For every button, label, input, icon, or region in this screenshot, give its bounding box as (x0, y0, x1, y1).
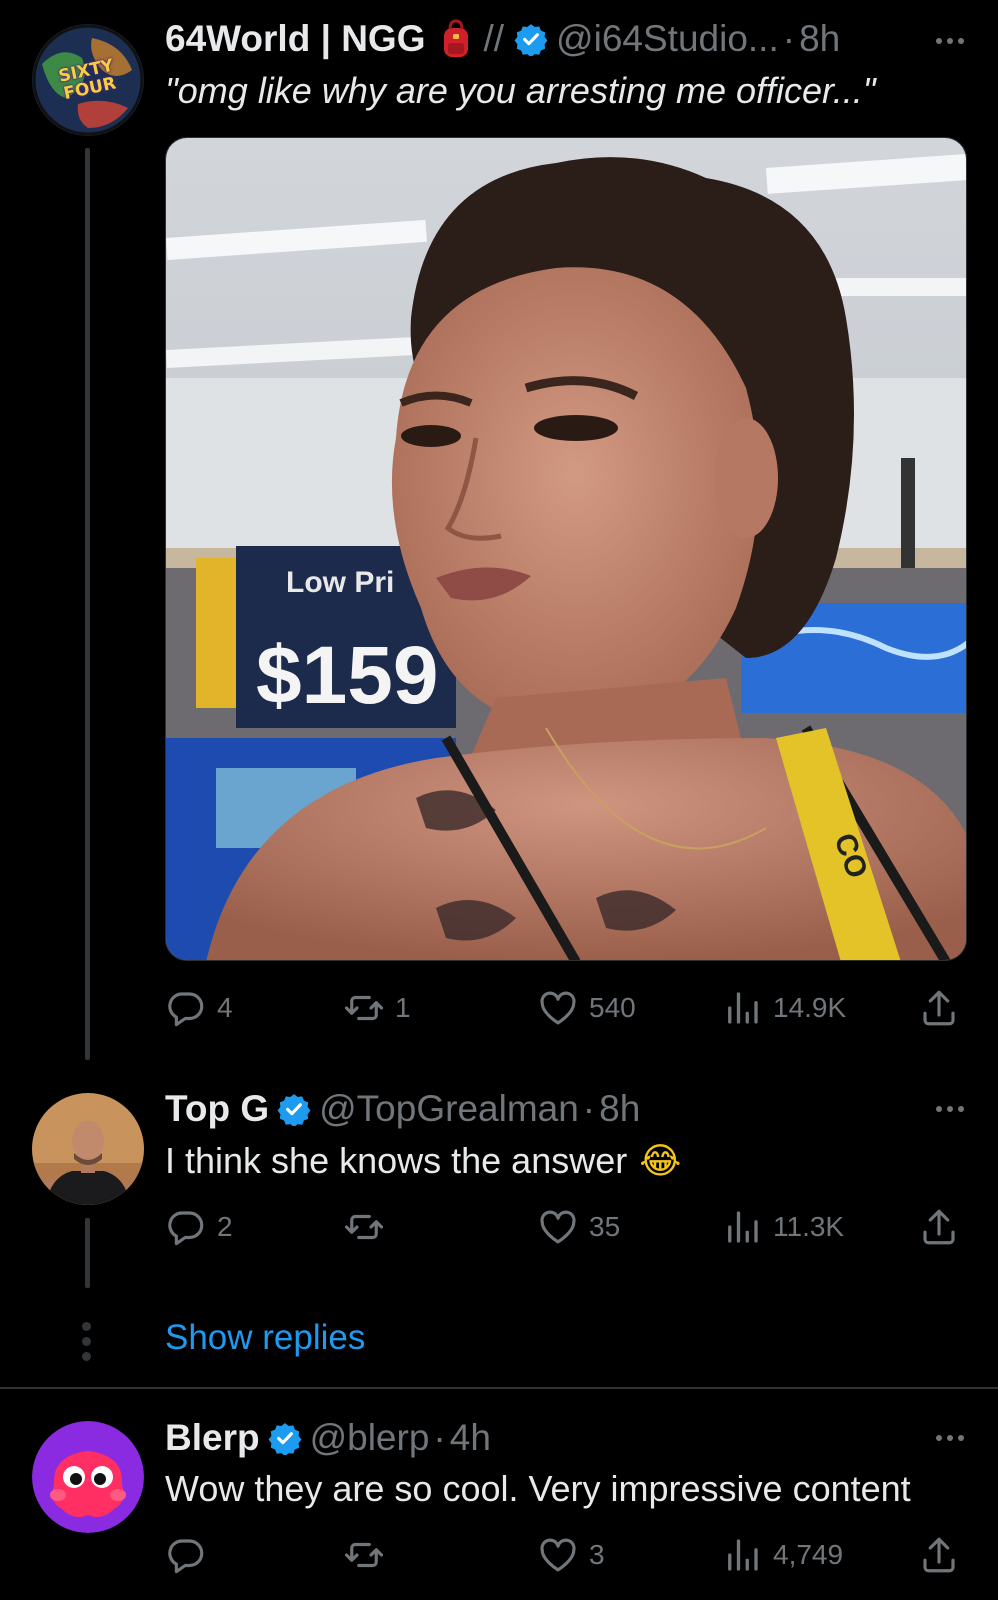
retweet-icon (343, 987, 385, 1029)
views-icon (721, 1206, 763, 1248)
avatar[interactable]: SIXTY FOUR (32, 24, 144, 136)
display-name[interactable]: 64World | NGG (165, 18, 425, 60)
name-separator: // (483, 18, 505, 59)
views-count: 14.9K (773, 992, 847, 1023)
verified-icon (277, 1092, 311, 1126)
views-icon (721, 987, 763, 1029)
views-icon (721, 1534, 763, 1576)
display-name[interactable]: Top G (165, 1088, 269, 1130)
verified-icon (514, 22, 548, 56)
tweet-text-content: I think she knows the answer (165, 1140, 628, 1181)
like-count: 3 (589, 1539, 605, 1570)
like-icon (537, 1206, 579, 1248)
handle[interactable]: @TopGrealman (319, 1088, 579, 1130)
timestamp[interactable]: 8h (599, 1088, 640, 1130)
views-button[interactable]: 4,749 (721, 1530, 843, 1580)
thread-line (85, 148, 90, 1060)
laughing-emoji: 😂 (639, 1140, 682, 1182)
display-name[interactable]: Blerp (165, 1417, 260, 1459)
tweet-header: Blerp @blerp · 4h (165, 1410, 491, 1466)
verified-icon (268, 1421, 302, 1455)
more-icon[interactable] (936, 1435, 964, 1441)
tweet-media[interactable]: Low Pri $159 CO (165, 137, 967, 961)
like-icon (537, 1534, 579, 1576)
dot-separator: · (433, 1417, 446, 1458)
reply-button[interactable]: 2 (165, 1202, 233, 1252)
views-button[interactable]: 14.9K (721, 983, 846, 1033)
reply-icon (165, 1206, 207, 1248)
dot-separator: · (582, 1088, 596, 1129)
sign-small-text: Low Pri (286, 566, 394, 599)
like-count: 540 (589, 992, 636, 1023)
views-count: 11.3K (773, 1211, 845, 1242)
tweet-text: Wow they are so cool. Very impressive co… (165, 1468, 911, 1509)
share-icon (918, 1206, 960, 1248)
thread-dots-icon (82, 1322, 91, 1361)
share-icon (918, 987, 960, 1029)
reply-button[interactable] (165, 1530, 217, 1580)
share-button[interactable] (918, 1530, 960, 1580)
like-count: 35 (589, 1211, 621, 1242)
handle[interactable]: @i64Studio... (556, 18, 779, 60)
reply-count: 2 (217, 1211, 233, 1242)
reply-icon (165, 987, 207, 1029)
show-replies-link[interactable]: Show replies (165, 1318, 365, 1358)
sign-price-text: $159 (256, 630, 438, 721)
reply-count: 4 (217, 992, 233, 1023)
share-button[interactable] (918, 983, 960, 1033)
like-button[interactable]: 35 (537, 1202, 620, 1252)
more-icon[interactable] (936, 38, 964, 44)
divider (0, 1387, 998, 1389)
handle[interactable]: @blerp (310, 1417, 430, 1459)
retweet-count: 1 (395, 992, 411, 1023)
retweet-button[interactable] (343, 1202, 395, 1252)
views-count: 4,749 (773, 1539, 844, 1570)
reply-icon (165, 1534, 207, 1576)
thread-line (85, 1218, 90, 1288)
backpack-icon (444, 19, 469, 57)
tweet-actions: 3 4,749 (165, 1530, 965, 1580)
timestamp[interactable]: 8h (799, 18, 840, 60)
tweet-actions: 4 1 540 14.9K (165, 983, 965, 1033)
retweet-icon (343, 1206, 385, 1248)
share-icon (918, 1534, 960, 1576)
tweet-header: 64World | NGG // @i64Studio... · 8h (165, 11, 840, 67)
tweet-actions: 2 35 11.3K (165, 1202, 965, 1252)
reply-button[interactable]: 4 (165, 983, 233, 1033)
like-button[interactable]: 3 (537, 1530, 605, 1580)
avatar[interactable] (32, 1421, 144, 1533)
avatar[interactable] (32, 1093, 144, 1205)
more-icon[interactable] (936, 1106, 964, 1112)
tweet-text: I think she knows the answer 😂 (165, 1140, 681, 1182)
share-button[interactable] (918, 1202, 960, 1252)
like-button[interactable]: 540 (537, 983, 636, 1033)
dot-separator: · (782, 18, 796, 59)
retweet-button[interactable] (343, 1530, 395, 1580)
tweet-header: Top G @TopGrealman · 8h (165, 1081, 640, 1137)
tweet-text: "omg like why are you arresting me offic… (165, 70, 876, 111)
retweet-icon (343, 1534, 385, 1576)
timestamp[interactable]: 4h (450, 1417, 491, 1459)
views-button[interactable]: 11.3K (721, 1202, 844, 1252)
retweet-button[interactable]: 1 (343, 983, 411, 1033)
like-icon (537, 987, 579, 1029)
